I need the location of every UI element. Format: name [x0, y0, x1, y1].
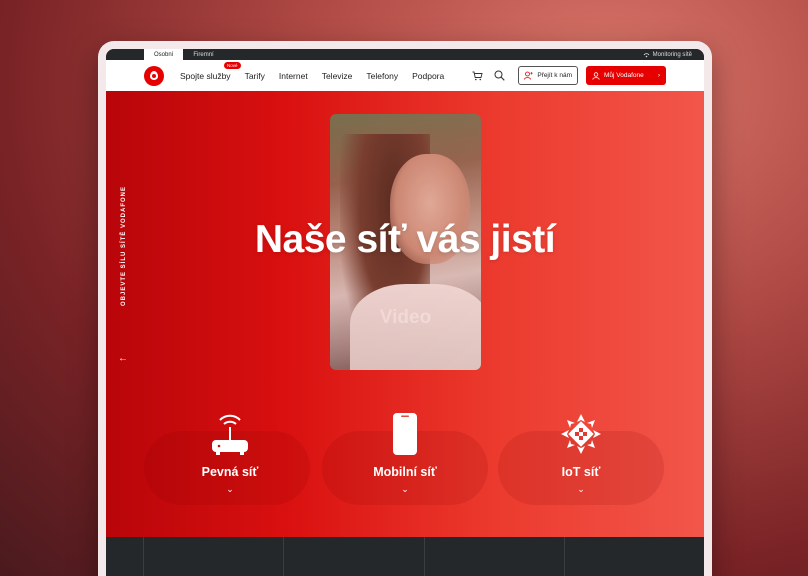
vodafone-logo-icon[interactable] [144, 65, 164, 86]
nav-item-telefony[interactable]: Telefony [366, 71, 398, 81]
tab-firemni[interactable]: Firemní [183, 49, 223, 60]
feature-iot-sit[interactable]: IoT síť ⌄ [521, 410, 641, 495]
hero-section: Video Naše síť vás jistí OBJEVTE SÍLU SÍ… [106, 91, 704, 537]
side-scroll-text[interactable]: OBJEVTE SÍLU SÍTĚ VODAFONE [110, 166, 138, 326]
device-frame: Osobní Firemní Monitoring sítě Spojte sl… [98, 41, 712, 576]
user-add-icon [524, 71, 534, 80]
tab-osobni[interactable]: Osobní [144, 49, 184, 60]
join-us-button[interactable]: Přejít k nám [518, 66, 578, 85]
my-vodafone-button[interactable]: Můj Vodafone › [586, 66, 666, 85]
cart-icon[interactable] [470, 69, 484, 83]
nav-actions: Přejít k nám Můj Vodafone › [470, 66, 704, 85]
video-label: Video [379, 307, 432, 328]
iot-icon [561, 414, 601, 454]
phone-icon [393, 413, 417, 455]
nav-item-podpora[interactable]: Podpora [412, 71, 444, 81]
hero-headline: Naše síť vás jistí [254, 218, 556, 261]
chevron-down-icon: ⌄ [226, 484, 234, 494]
new-badge: Nové [224, 61, 241, 69]
browser-screen: Osobní Firemní Monitoring sítě Spojte sl… [106, 49, 704, 576]
top-bar: Osobní Firemní Monitoring sítě [106, 49, 704, 60]
router-icon [212, 414, 248, 455]
chevron-down-icon: ⌄ [577, 484, 585, 494]
feature-mobilni-sit[interactable]: Mobilní síť ⌄ [345, 410, 465, 495]
nav-item-internet[interactable]: Internet [279, 71, 308, 81]
nav-item-tarify[interactable]: Tarify [245, 71, 265, 81]
chevron-right-icon: › [657, 72, 660, 79]
arrow-left-icon[interactable]: ← [118, 353, 128, 364]
feature-pevna-sit[interactable]: Pevná síť ⌄ [170, 410, 290, 495]
nav-item-televize[interactable]: Televize [322, 71, 353, 81]
signal-icon [643, 52, 649, 57]
main-nav: Spojte služby Nové Tarify Internet Telev… [106, 60, 704, 91]
user-icon [592, 71, 600, 80]
chevron-down-icon: ⌄ [401, 484, 409, 494]
search-icon[interactable] [492, 69, 506, 83]
nav-item-spojte-sluzby[interactable]: Spojte služby Nové [180, 61, 241, 81]
bottom-strip [106, 537, 704, 576]
monitoring-link[interactable]: Monitoring sítě [643, 49, 704, 60]
